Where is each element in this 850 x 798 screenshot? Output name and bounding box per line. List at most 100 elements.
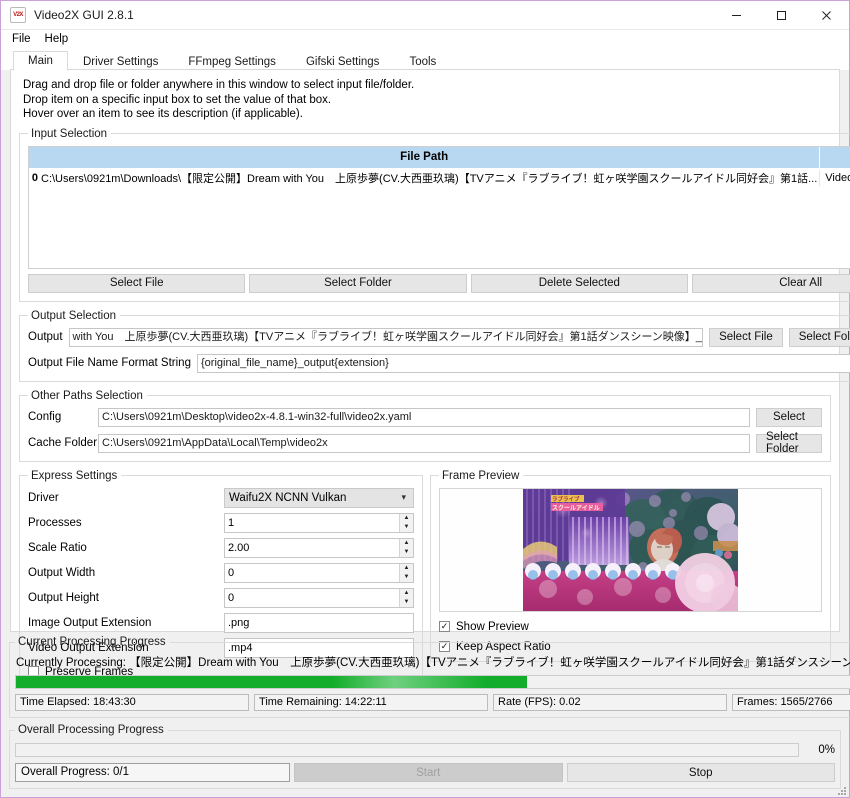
row-type: Video xyxy=(825,171,850,184)
frame-preview-area: ラブライブ スクールアイドル xyxy=(439,487,822,612)
input-selection-group: Input Selection File Path Type 0 C:\User… xyxy=(19,127,850,302)
hint-line-1: Drag and drop file or folder anywhere in… xyxy=(23,79,415,91)
stat-time-remaining: Time Remaining: 14:22:11 xyxy=(254,694,489,711)
column-header-type[interactable]: Type xyxy=(820,146,850,168)
preview-frame-image: ラブライブ スクールアイドル xyxy=(523,488,738,611)
show-preview-row[interactable]: ✓ Show Preview xyxy=(439,618,822,636)
hint-line-3: Hover over an item to see its descriptio… xyxy=(23,108,303,120)
output-select-folder-button[interactable]: Select Folder xyxy=(788,327,850,347)
current-progress-group: Current Processing Progress Currently Pr… xyxy=(9,636,850,718)
spin-down-icon[interactable]: ▼ xyxy=(400,523,413,532)
spin-down-icon[interactable]: ▼ xyxy=(400,573,413,582)
output-label: Output xyxy=(28,331,63,343)
progress-area: Current Processing Progress Currently Pr… xyxy=(1,633,850,797)
output-selection-legend: Output Selection xyxy=(31,309,117,322)
output-width-value[interactable]: 0 xyxy=(225,564,399,582)
start-button[interactable]: Start xyxy=(294,763,563,782)
spin-up-icon[interactable]: ▲ xyxy=(400,539,413,548)
hint-line-2: Drop item on a specific input box to set… xyxy=(23,93,332,106)
processes-label: Processes xyxy=(28,516,82,529)
currently-processing-value: 【限定公開】Dream with You 上原歩夢(CV.大西亜玖璃)【TVアニ… xyxy=(129,657,850,669)
overall-progress-bar-row: 0% xyxy=(15,743,835,757)
processes-row: Processes 1 ▲ ▼ xyxy=(28,512,414,533)
output-format-label: Output File Name Format String xyxy=(28,357,191,369)
column-header-file-path[interactable]: File Path xyxy=(29,146,821,168)
output-selection-group: Output Selection Output with You 上原歩夢(CV… xyxy=(19,309,850,382)
spin-up-icon[interactable]: ▲ xyxy=(400,514,413,523)
output-select-file-button[interactable]: Select File xyxy=(709,327,783,347)
select-folder-button[interactable]: Select Folder xyxy=(249,273,467,293)
image-output-extension-input[interactable]: .png xyxy=(224,612,414,633)
output-path-row: Output with You 上原歩夢(CV.大西亜玖璃)【TVアニメ『ラブラ… xyxy=(28,327,850,347)
cache-select-folder-button[interactable]: Select Folder xyxy=(756,431,822,455)
menu-bar: File Help xyxy=(1,30,849,49)
overall-progress-bar xyxy=(15,743,799,757)
delete-selected-button[interactable]: Delete Selected xyxy=(470,273,688,293)
output-height-label: Output Height xyxy=(28,591,99,604)
processes-value[interactable]: 1 xyxy=(225,514,399,532)
table-row[interactable]: 0 C:\Users\0921m\Downloads\【限定公開】Dream w… xyxy=(29,168,850,188)
scale-ratio-value[interactable]: 2.00 xyxy=(225,539,399,557)
current-progress-bar xyxy=(15,675,850,689)
stat-rate-fps: Rate (FPS): 0.02 xyxy=(493,694,728,711)
output-width-stepper[interactable]: 0 ▲ ▼ xyxy=(224,562,414,583)
close-icon[interactable] xyxy=(804,1,849,30)
current-progress-legend: Current Processing Progress xyxy=(18,636,166,648)
output-width-spin-buttons[interactable]: ▲ ▼ xyxy=(399,563,413,582)
frame-preview-group: Frame Preview ラブライブ スクールアイドル ✓ Show Prev… xyxy=(430,469,831,662)
maximize-icon[interactable] xyxy=(759,1,804,30)
current-progress-stats: Time Elapsed: 18:43:30 Time Remaining: 1… xyxy=(15,694,850,711)
current-progress-fill xyxy=(16,676,528,688)
chevron-down-icon: ▾ xyxy=(401,492,406,502)
clear-all-button[interactable]: Clear All xyxy=(691,273,850,293)
menu-help[interactable]: Help xyxy=(39,32,77,47)
svg-text:ラブライブ: ラブライブ xyxy=(552,495,580,503)
cache-folder-input[interactable]: C:\Users\0921m\AppData\Local\Temp\video2… xyxy=(98,433,750,453)
spin-down-icon[interactable]: ▼ xyxy=(400,548,413,557)
spin-up-icon[interactable]: ▲ xyxy=(400,564,413,573)
menu-file[interactable]: File xyxy=(6,32,39,47)
driver-selected-value: Waifu2X NCNN Vulkan xyxy=(229,491,347,504)
output-format-row: Output File Name Format String {original… xyxy=(28,353,850,373)
other-paths-legend: Other Paths Selection xyxy=(31,389,143,402)
show-preview-checkbox[interactable]: ✓ xyxy=(439,621,450,632)
output-height-spin-buttons[interactable]: ▲ ▼ xyxy=(399,588,413,607)
input-file-table[interactable]: File Path Type 0 C:\Users\0921m\Download… xyxy=(28,145,850,269)
select-file-button[interactable]: Select File xyxy=(28,273,246,293)
stop-button[interactable]: Stop xyxy=(566,763,835,782)
minimize-icon[interactable] xyxy=(714,1,759,30)
config-row: Config C:\Users\0921m\Desktop\video2x-4.… xyxy=(28,407,822,427)
scale-ratio-stepper[interactable]: 2.00 ▲ ▼ xyxy=(224,537,414,558)
drag-drop-hints: Drag and drop file or folder anywhere in… xyxy=(19,77,831,128)
scale-ratio-label: Scale Ratio xyxy=(28,541,87,554)
tab-main[interactable]: Main xyxy=(13,51,68,71)
spin-down-icon[interactable]: ▼ xyxy=(400,598,413,607)
config-select-button[interactable]: Select xyxy=(756,407,822,427)
currently-processing-prefix: Currently Processing: xyxy=(16,657,126,669)
row-file-path: C:\Users\0921m\Downloads\【限定公開】Dream wit… xyxy=(38,169,821,186)
output-height-row: Output Height 0 ▲ ▼ xyxy=(28,587,414,608)
config-path-input[interactable]: C:\Users\0921m\Desktop\video2x-4.8.1-win… xyxy=(98,407,750,427)
app-window: V2X Video2X GUI 2.8.1 File Help Main Dri… xyxy=(0,0,850,798)
output-height-stepper[interactable]: 0 ▲ ▼ xyxy=(224,587,414,608)
stat-frames: Frames: 1565/2766 xyxy=(732,694,850,711)
output-path-input[interactable]: with You 上原歩夢(CV.大西亜玖璃)【TVアニメ『ラブライブ！虹ヶ咲学… xyxy=(68,327,704,347)
processes-spin-buttons[interactable]: ▲ ▼ xyxy=(399,513,413,532)
scale-ratio-spin-buttons[interactable]: ▲ ▼ xyxy=(399,538,413,557)
app-icon: V2X xyxy=(10,7,26,23)
stat-time-elapsed: Time Elapsed: 18:43:30 xyxy=(15,694,250,711)
overall-progress-status: Overall Progress: 0/1 xyxy=(15,763,290,782)
table-body: 0 C:\Users\0921m\Downloads\【限定公開】Dream w… xyxy=(29,168,850,268)
driver-select[interactable]: Waifu2X NCNN Vulkan ▾ xyxy=(224,487,414,508)
window-controls xyxy=(714,1,849,30)
other-paths-group: Other Paths Selection Config C:\Users\09… xyxy=(19,389,831,462)
current-progress-bar-row: 56% xyxy=(15,675,850,689)
output-height-value[interactable]: 0 xyxy=(225,589,399,607)
output-format-input[interactable]: {original_file_name}_output{extension} xyxy=(196,353,850,373)
processes-stepper[interactable]: 1 ▲ ▼ xyxy=(224,512,414,533)
output-width-label: Output Width xyxy=(28,566,96,579)
spin-up-icon[interactable]: ▲ xyxy=(400,589,413,598)
input-selection-legend: Input Selection xyxy=(31,127,108,140)
resize-grip-icon[interactable] xyxy=(835,784,847,796)
row-index: 0 xyxy=(31,171,38,184)
